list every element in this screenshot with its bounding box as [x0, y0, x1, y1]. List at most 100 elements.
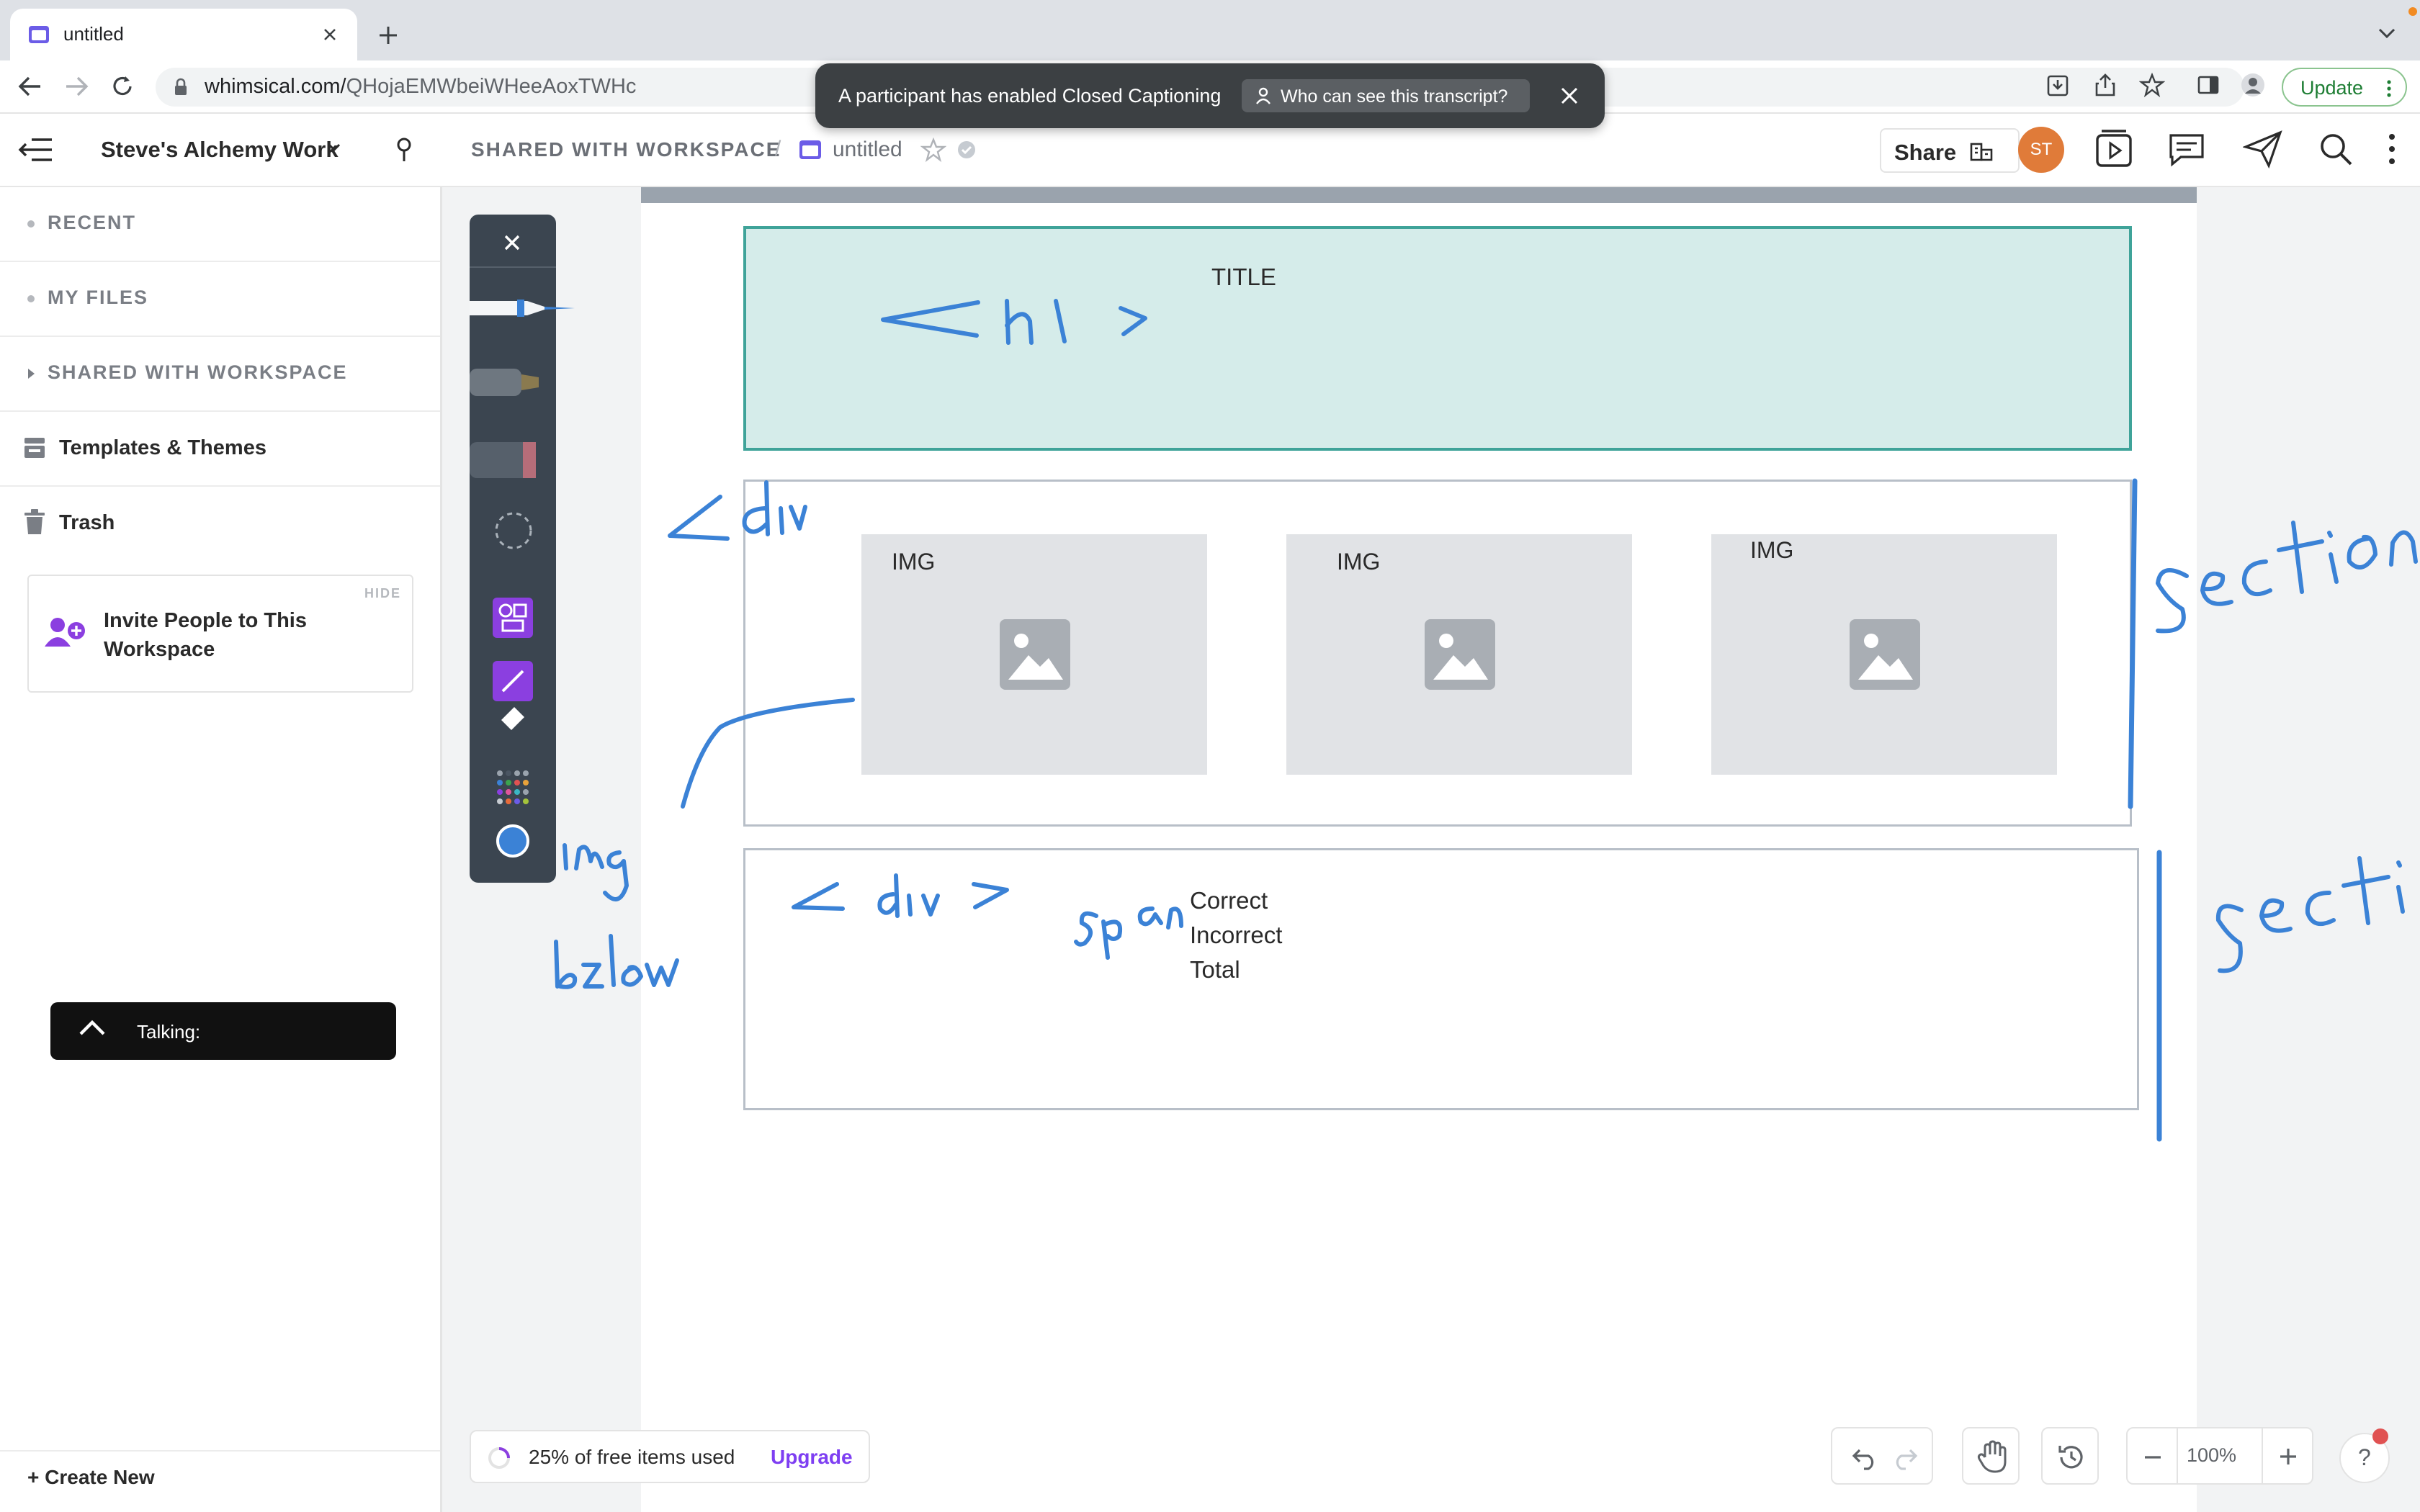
- upgrade-link[interactable]: Upgrade: [771, 1446, 853, 1469]
- image-label: IMG: [1337, 549, 1381, 575]
- forward-icon[interactable]: [62, 73, 91, 99]
- chevron-down-icon[interactable]: [327, 143, 341, 153]
- pin-icon[interactable]: [393, 135, 415, 164]
- close-icon[interactable]: [1559, 85, 1580, 107]
- more-menu-icon: [2387, 80, 2391, 97]
- history-icon: [2058, 1446, 2083, 1469]
- eraser-small-icon[interactable]: [498, 704, 527, 733]
- caret-right-icon: [28, 369, 35, 379]
- close-tab-icon[interactable]: [321, 26, 339, 43]
- document-title[interactable]: untitled: [833, 138, 902, 162]
- lock-icon[interactable]: [173, 78, 189, 96]
- hand-tool-button[interactable]: [1962, 1427, 2020, 1485]
- closed-caption-banner: A participant has enabled Closed Caption…: [815, 63, 1605, 128]
- update-browser-button[interactable]: Update: [2282, 68, 2407, 107]
- invite-people-icon: [45, 618, 85, 647]
- url-path: QHojaEMWbeiWHeeAoxTWHc: [346, 75, 637, 98]
- update-label: Update: [2300, 77, 2364, 99]
- url-text[interactable]: whimsical.com/QHojaEMWbeiWHeeAoxTWHc: [205, 75, 636, 99]
- verified-icon: [958, 141, 975, 158]
- share-button[interactable]: Share: [1880, 128, 2020, 173]
- back-icon[interactable]: [16, 73, 45, 99]
- invite-card[interactable]: Invite People to This Workspace HIDE: [27, 575, 413, 693]
- create-new-label: Create New: [45, 1466, 155, 1488]
- talking-indicator[interactable]: Talking:: [50, 1002, 396, 1060]
- sidebar-section-recent[interactable]: RECENT: [0, 187, 440, 262]
- create-new-button[interactable]: + Create New: [27, 1466, 155, 1489]
- usage-text: 25% of free items used: [529, 1446, 735, 1468]
- sidebar-item-trash[interactable]: Trash: [0, 487, 440, 562]
- search-icon[interactable]: [2318, 131, 2354, 167]
- present-icon[interactable]: [2094, 128, 2135, 171]
- hand-icon: [1977, 1440, 2007, 1473]
- bullet-icon: [27, 295, 35, 302]
- more-options-icon[interactable]: [2387, 132, 2397, 166]
- color-swatch-icon[interactable]: [496, 824, 530, 858]
- caption-message: A participant has enabled Closed Caption…: [838, 85, 1222, 107]
- invite-text: Invite People to This Workspace: [104, 609, 307, 661]
- send-icon[interactable]: [2243, 130, 2283, 168]
- side-panel-icon[interactable]: [2197, 75, 2220, 95]
- new-tab-icon[interactable]: [377, 24, 399, 46]
- comments-icon[interactable]: [2168, 132, 2205, 167]
- help-label: ?: [2358, 1444, 2371, 1470]
- sidebar-item-templates[interactable]: Templates & Themes: [0, 412, 440, 487]
- url-host: whimsical.com/: [205, 75, 346, 98]
- pen-tool-icon[interactable]: [470, 295, 578, 321]
- image-placeholder-2[interactable]: IMG: [1286, 534, 1632, 775]
- image-icon: [1425, 619, 1495, 690]
- image-placeholder-1[interactable]: IMG: [861, 534, 1207, 775]
- reload-icon[interactable]: [109, 73, 135, 99]
- bookmark-star-icon[interactable]: [2139, 72, 2165, 98]
- zoom-in-icon[interactable]: [2277, 1446, 2299, 1467]
- span-line-incorrect: Incorrect: [1190, 922, 1283, 948]
- share-label: Share: [1894, 140, 1957, 165]
- sidebar-section-my-files[interactable]: MY FILES: [0, 262, 440, 337]
- shapes-tool-icon[interactable]: [493, 598, 533, 638]
- title-box[interactable]: [743, 226, 2132, 451]
- whimsical-doc-icon: [29, 26, 49, 43]
- toolbar-divider: [470, 266, 556, 268]
- zoom-out-icon[interactable]: [2142, 1450, 2164, 1464]
- profile-icon[interactable]: [2240, 72, 2266, 98]
- favorite-star-icon[interactable]: [920, 137, 946, 163]
- span-line-total: Total: [1190, 956, 1240, 983]
- divider: [0, 1450, 440, 1452]
- eraser-tool-icon[interactable]: [470, 439, 539, 480]
- history-button[interactable]: [2041, 1427, 2099, 1485]
- close-icon[interactable]: [501, 232, 523, 253]
- redo-icon[interactable]: [1891, 1444, 1920, 1470]
- tab-search-chevron-icon[interactable]: [2377, 26, 2397, 40]
- palette-icon[interactable]: [496, 769, 530, 805]
- image-icon: [1000, 619, 1070, 690]
- line-tool-icon[interactable]: [493, 661, 533, 701]
- transcript-visibility-button[interactable]: Who can see this transcript?: [1242, 79, 1530, 112]
- workspace-name[interactable]: Steve's Alchemy Work: [101, 137, 339, 163]
- avatar[interactable]: ST: [2018, 127, 2064, 173]
- templates-icon: [24, 438, 45, 458]
- workspace-share-icon: [1970, 143, 1993, 161]
- undo-icon[interactable]: [1850, 1444, 1878, 1470]
- span-line-correct: Correct: [1190, 887, 1268, 914]
- sidebar-item-label: Trash: [59, 511, 115, 534]
- share-page-icon[interactable]: [2093, 72, 2118, 98]
- install-app-icon[interactable]: [2045, 73, 2070, 98]
- bullet-icon: [27, 220, 35, 228]
- browser-tab[interactable]: untitled: [10, 9, 357, 60]
- wireframe-top-bar: [641, 187, 2197, 203]
- breadcrumb-root[interactable]: SHARED WITH WORKSPACE: [471, 138, 781, 161]
- sidebar-section-label: MY FILES: [48, 287, 149, 308]
- image-icon: [1850, 619, 1920, 690]
- talking-label: Talking:: [137, 1021, 201, 1043]
- help-notification-dot: [2372, 1428, 2388, 1444]
- zoom-level[interactable]: 100%: [2187, 1444, 2236, 1467]
- lasso-tool-icon[interactable]: [493, 510, 534, 552]
- person-icon: [1256, 87, 1270, 104]
- sidebar-section-shared[interactable]: SHARED WITH WORKSPACE: [0, 337, 440, 412]
- transcript-visibility-label: Who can see this transcript?: [1281, 86, 1508, 107]
- collapse-sidebar-icon[interactable]: [17, 135, 55, 164]
- image-placeholder-3[interactable]: IMG: [1711, 534, 2057, 775]
- hide-button[interactable]: HIDE: [364, 586, 401, 601]
- stats-container[interactable]: [743, 848, 2139, 1110]
- marker-tool-icon[interactable]: [470, 366, 542, 399]
